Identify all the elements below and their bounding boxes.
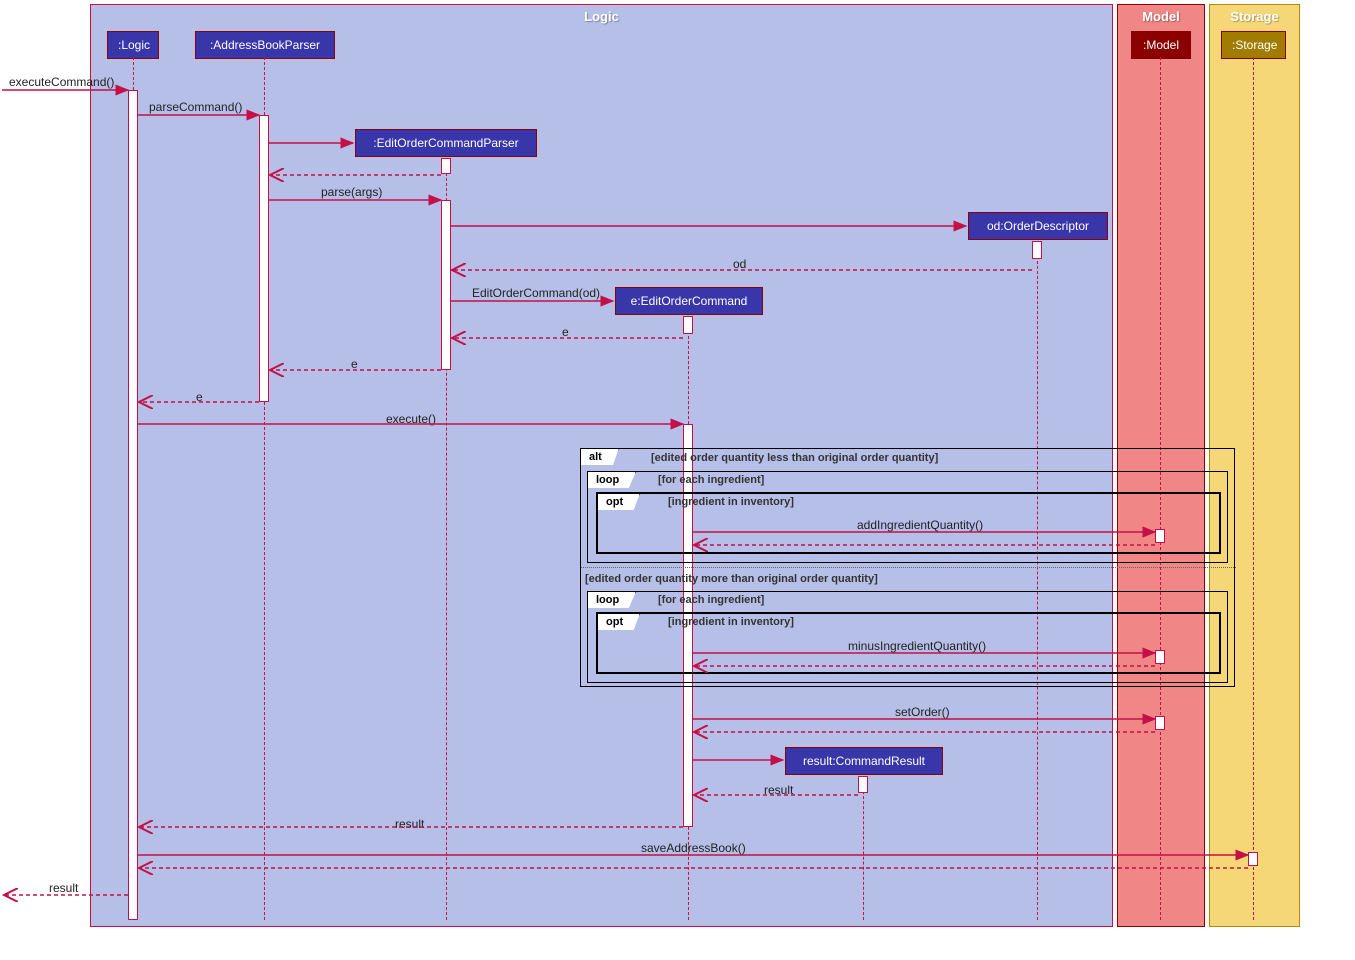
frame-loop-1-label: loop [587,471,636,488]
msg-executeCommand: executeCommand() [9,75,114,89]
participant-edit-parser: :EditOrderCommandParser [355,129,537,157]
alt-divider [581,567,1236,568]
frame-loop-2-cond: [for each ingredient] [658,594,764,606]
lifeline-cmd-result [863,776,864,920]
frame-loop-1-cond: [for each ingredient] [658,474,764,486]
activation-editparser-1 [441,158,451,174]
msg-parseCommand: parseCommand() [149,100,242,114]
msg-e2: e [351,357,358,371]
package-logic-title: Logic [91,5,1112,24]
activation-editcmd-1 [683,316,693,334]
package-storage-title: Storage [1210,5,1299,24]
frame-opt-1-label: opt [597,493,640,510]
sequence-diagram: Logic Model Storage :Logic :AddressBookP… [0,0,1355,960]
frame-loop-2: loop [for each ingredient] opt [ingredie… [587,591,1228,683]
frame-alt-cond2: [edited order quantity more than origina… [585,573,878,585]
package-model-title: Model [1118,5,1204,24]
participant-model: :Model [1131,31,1191,59]
msg-e1: e [562,325,569,339]
msg-resultFinal: result [49,881,78,895]
frame-loop-2-label: loop [587,591,636,608]
participant-logic: :Logic [107,31,159,59]
msg-minusIng: minusIngredientQuantity() [848,639,986,653]
msg-addIng: addIngredientQuantity() [857,518,983,532]
frame-alt-label: alt [580,448,619,465]
msg-setOrder: setOrder() [895,705,950,719]
frame-opt-2-cond: [ingredient in inventory] [668,616,794,628]
msg-result1: result [764,783,793,797]
activation-parser [259,115,269,402]
msg-parseArgs: parse(args) [321,185,382,199]
lifeline-storage [1253,57,1254,920]
frame-alt-cond1: [edited order quantity less than origina… [651,452,938,464]
frame-opt-2-label: opt [597,613,640,630]
frame-loop-1: loop [for each ingredient] opt [ingredie… [587,471,1228,563]
msg-saveAB: saveAddressBook() [641,841,746,855]
frame-opt-1-cond: [ingredient in inventory] [668,496,794,508]
activation-storage [1248,852,1258,866]
activation-orderdesc [1032,241,1042,259]
msg-execute: execute() [386,412,436,426]
participant-edit-cmd: e:EditOrderCommand [615,287,763,315]
activation-logic [128,90,138,920]
activation-model-3 [1155,716,1165,730]
msg-e3: e [196,390,203,404]
participant-cmd-result: result:CommandResult [785,747,943,775]
msg-result2: result [395,817,424,831]
msg-od: od [733,257,746,271]
participant-order-desc: od:OrderDescriptor [968,212,1108,240]
participant-storage: :Storage [1221,31,1286,59]
msg-editOrderCommand: EditOrderCommand(od) [472,286,600,300]
participant-parser: :AddressBookParser [195,31,335,59]
activation-editparser-2 [441,200,451,370]
activation-cmdresult [858,776,868,793]
